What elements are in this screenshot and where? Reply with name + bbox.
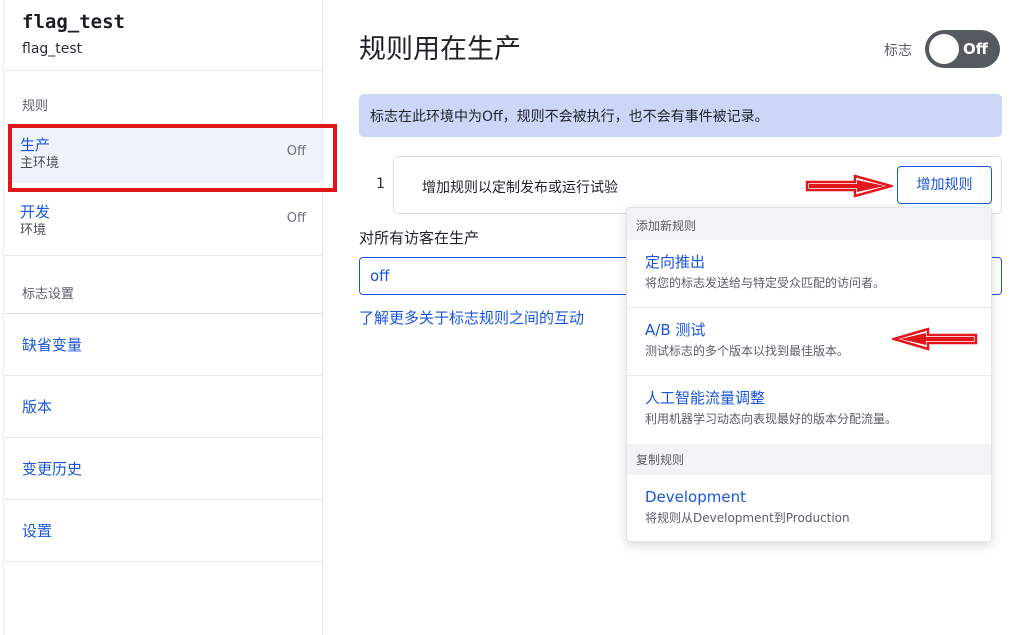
menu-item-title: Development xyxy=(645,488,746,506)
red-arrow-right-icon xyxy=(805,174,893,198)
sidebar-link-default-variation[interactable]: 缺省变量 xyxy=(4,314,323,376)
add-rule-dropdown: 添加新规则 定向推出 将您的标志发送给与特定受众匹配的访问者。 A/B 测试 测… xyxy=(626,207,992,542)
menu-item-targeted-rollout[interactable]: 定向推出 将您的标志发送给与特定受众匹配的访问者。 xyxy=(627,240,991,308)
annotation-highlight-box xyxy=(8,124,337,192)
toggle-state-text: Off xyxy=(963,40,988,58)
menu-item-ai-traffic[interactable]: 人工智能流量调整 利用机器学习动态向表现最好的版本分配流量。 xyxy=(627,376,991,444)
sidebar-item-development[interactable]: 开发 环境 Off xyxy=(11,194,324,250)
dropdown-section-copy: 复制规则 xyxy=(627,444,991,475)
flag-key: flag_test xyxy=(22,41,83,57)
flag-toggle[interactable]: Off xyxy=(925,30,1000,68)
all-visitors-label: 对所有访客在生产 xyxy=(359,229,480,247)
env-name: 开发 xyxy=(20,203,51,221)
sidebar-link-versions[interactable]: 版本 xyxy=(4,376,323,438)
menu-item-desc: 将规则从Development到Production xyxy=(645,511,850,525)
dropdown-section-new: 添加新规则 xyxy=(627,208,991,240)
sidebar-link-history[interactable]: 变更历史 xyxy=(4,438,323,500)
rules-section-label: 规则 xyxy=(22,99,49,114)
rule-number: 1 xyxy=(376,176,385,192)
menu-item-desc: 将您的标志发送给与特定受众匹配的访问者。 xyxy=(645,276,886,290)
red-arrow-left-icon xyxy=(892,327,978,351)
menu-item-title: 人工智能流量调整 xyxy=(645,389,766,407)
menu-item-title: 定向推出 xyxy=(645,253,706,271)
menu-item-desc: 利用机器学习动态向表现最好的版本分配流量。 xyxy=(645,412,898,426)
learn-more-link[interactable]: 了解更多关于标志规则之间的互动 xyxy=(359,307,584,328)
page-title: 规则用在生产 xyxy=(359,34,521,65)
sidebar-link-settings[interactable]: 设置 xyxy=(4,500,323,562)
rule-placeholder-text: 增加规则以定制发布或运行试验 xyxy=(422,180,618,196)
env-sub: 环境 xyxy=(20,223,47,238)
flag-title: flag_test xyxy=(22,11,125,33)
sidebar: flag_test flag_test 规则 生产 主环境 Off 开发 环境 … xyxy=(3,0,324,635)
flag-settings-section-label: 标志设置 xyxy=(4,255,323,314)
flag-off-notice: 标志在此环境中为Off，规则不会被执行，也不会有事件被记录。 xyxy=(359,94,1002,137)
menu-item-copy-development[interactable]: Development 将规则从Development到Production xyxy=(627,475,991,541)
toggle-label: 标志 xyxy=(884,43,912,59)
toggle-knob xyxy=(929,34,959,64)
flag-header: flag_test flag_test xyxy=(4,0,322,71)
env-state: Off xyxy=(286,211,306,226)
add-rule-button[interactable]: 增加规则 xyxy=(897,166,992,204)
